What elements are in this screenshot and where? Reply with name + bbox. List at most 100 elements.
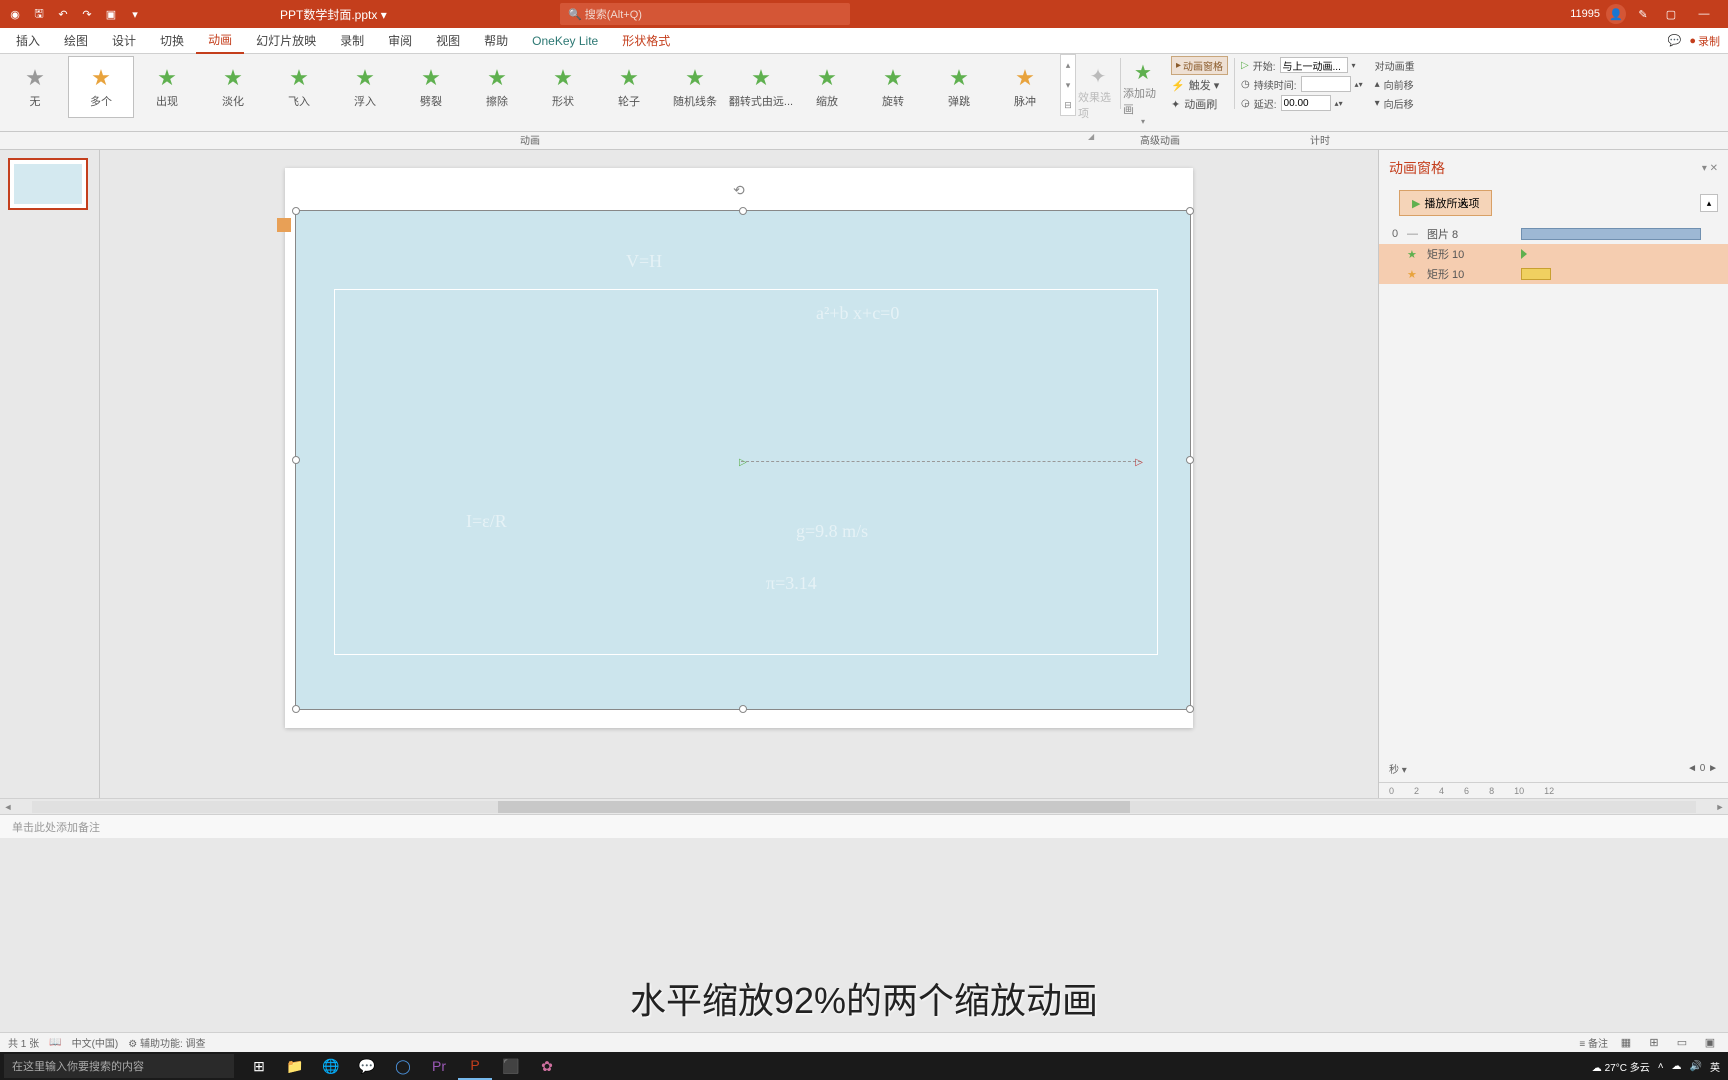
anim-effect-旋转[interactable]: ★旋转	[860, 56, 926, 118]
close-pane-icon[interactable]: ▾ ✕	[1702, 163, 1718, 174]
sorter-view-icon[interactable]: ⊞	[1644, 1035, 1664, 1051]
anim-effect-脉冲[interactable]: ★脉冲	[992, 56, 1058, 118]
user-avatar-icon[interactable]: 👤	[1606, 4, 1626, 24]
wechat-icon[interactable]: 💬	[350, 1052, 384, 1080]
premiere-icon[interactable]: Pr	[422, 1052, 456, 1080]
tab-slideshow[interactable]: 幻灯片放映	[244, 28, 328, 53]
resize-handle-tr[interactable]	[1186, 207, 1194, 215]
tab-shape-format[interactable]: 形状格式	[610, 28, 682, 53]
duration-input[interactable]	[1301, 76, 1351, 92]
scroll-right-icon[interactable]: ►	[1712, 802, 1728, 812]
app-icon-1[interactable]: ⬛	[494, 1052, 528, 1080]
slideshow-view-icon[interactable]: ▣	[1700, 1035, 1720, 1051]
tab-review[interactable]: 审阅	[376, 28, 424, 53]
motion-end-icon[interactable]: ▷	[1135, 457, 1143, 468]
resize-handle-tm[interactable]	[739, 207, 747, 215]
animation-pane-button[interactable]: ▸ 动画窗格	[1171, 56, 1228, 75]
anim-effect-擦除[interactable]: ★擦除	[464, 56, 530, 118]
notes-button[interactable]: ≡ 备注	[1579, 1035, 1608, 1050]
scroll-left-icon[interactable]: ◄	[0, 802, 16, 812]
animation-tag[interactable]	[277, 218, 291, 232]
redo-icon[interactable]: ↷	[76, 3, 98, 25]
resize-handle-ml[interactable]	[292, 456, 300, 464]
move-up-button[interactable]: ▴	[1700, 194, 1718, 212]
resize-handle-br[interactable]	[1186, 705, 1194, 713]
coming-soon-icon[interactable]: ✎	[1632, 3, 1654, 25]
undo-icon[interactable]: ↶	[52, 3, 74, 25]
rotate-handle-icon[interactable]: ⟲	[733, 182, 745, 199]
powerpoint-icon[interactable]: P	[458, 1052, 492, 1080]
resize-handle-tl[interactable]	[292, 207, 300, 215]
tab-record[interactable]: 录制	[328, 28, 376, 53]
anim-effect-浮入[interactable]: ★浮入	[332, 56, 398, 118]
anim-effect-轮子[interactable]: ★轮子	[596, 56, 662, 118]
tray-up-icon[interactable]: ˄	[1658, 1061, 1664, 1072]
resize-handle-mr[interactable]	[1186, 456, 1194, 464]
comments-icon[interactable]: 💬	[1668, 34, 1682, 47]
anim-list-item[interactable]: 0—图片 8	[1379, 224, 1728, 244]
anim-effect-劈裂[interactable]: ★劈裂	[398, 56, 464, 118]
anim-effect-随机线条[interactable]: ★随机线条	[662, 56, 728, 118]
weather-widget[interactable]: ☁ 27°C 多云	[1592, 1059, 1650, 1074]
anim-effect-弹跳[interactable]: ★弹跳	[926, 56, 992, 118]
resize-handle-bm[interactable]	[739, 705, 747, 713]
save-icon[interactable]: 🖫	[28, 3, 50, 25]
resize-handle-bl[interactable]	[292, 705, 300, 713]
anim-effect-淡化[interactable]: ★淡化	[200, 56, 266, 118]
minimize-icon[interactable]: —	[1688, 1, 1720, 27]
task-view-icon[interactable]: ⊞	[242, 1052, 276, 1080]
notes-area[interactable]: 单击此处添加备注	[0, 814, 1728, 838]
tab-animations[interactable]: 动画	[196, 27, 244, 54]
anim-effect-翻转式由远...[interactable]: ★翻转式由远...	[728, 56, 794, 118]
onedrive-icon[interactable]: ☁	[1672, 1061, 1682, 1072]
anim-effect-无[interactable]: ★无	[2, 56, 68, 118]
motion-path[interactable]: ▷ ▷	[741, 461, 1141, 462]
tab-draw[interactable]: 绘图	[52, 28, 100, 53]
autosave-icon[interactable]: ◉	[4, 3, 26, 25]
record-button[interactable]: ● 录制	[1689, 33, 1720, 49]
taskbar-search[interactable]: 在这里输入你要搜索的内容	[4, 1054, 234, 1078]
language-status[interactable]: 中文(中国)	[72, 1035, 119, 1050]
qat-more-icon[interactable]: ▾	[124, 3, 146, 25]
slideshow-icon[interactable]: ▣	[100, 3, 122, 25]
tab-onekey[interactable]: OneKey Lite	[520, 30, 610, 52]
file-name[interactable]: PPT数学封面.pptx ▾	[280, 6, 387, 23]
slide-thumbnail-1[interactable]	[8, 158, 88, 210]
animation-gallery[interactable]: ★无★多个★出现★淡化★飞入★浮入★劈裂★擦除★形状★轮子★随机线条★翻转式由远…	[0, 54, 1060, 131]
motion-start-icon[interactable]: ▷	[739, 457, 747, 468]
anim-effect-多个[interactable]: ★多个	[68, 56, 134, 118]
ime-indicator[interactable]: 英	[1710, 1059, 1720, 1074]
play-selected-button[interactable]: ▶ 播放所选项 ↖	[1399, 190, 1492, 216]
browser-icon[interactable]: ◯	[386, 1052, 420, 1080]
tab-view[interactable]: 视图	[424, 28, 472, 53]
spellcheck-icon[interactable]: 📖	[49, 1037, 61, 1048]
search-input[interactable]: 🔍 搜索(Alt+Q)	[560, 3, 850, 25]
explorer-icon[interactable]: 📁	[278, 1052, 312, 1080]
tab-help[interactable]: 帮助	[472, 28, 520, 53]
delay-input[interactable]	[1281, 95, 1331, 111]
start-dropdown[interactable]	[1280, 57, 1348, 73]
scrollbar-thumb[interactable]	[498, 801, 1130, 813]
volume-icon[interactable]: 🔊	[1690, 1061, 1702, 1072]
tab-transitions[interactable]: 切换	[148, 28, 196, 53]
horizontal-scrollbar[interactable]: ◄ ►	[0, 798, 1728, 814]
tab-design[interactable]: 设计	[100, 28, 148, 53]
anim-effect-出现[interactable]: ★出现	[134, 56, 200, 118]
seconds-label[interactable]: 秒 ▾	[1389, 761, 1407, 776]
accessibility-status[interactable]: ⚙ 辅助功能: 调查	[128, 1035, 205, 1050]
anim-list-item[interactable]: ★矩形 10	[1379, 264, 1728, 284]
slide-editor[interactable]: ⟲ a²+b x+c=0 V=H π=3.14 I=ε/R g=9.8 m/s …	[100, 150, 1378, 798]
tab-insert[interactable]: 插入	[4, 28, 52, 53]
dialog-launcher-icon[interactable]: ◢	[1088, 132, 1094, 141]
anim-list-item[interactable]: ★矩形 10	[1379, 244, 1728, 264]
timeline-zoom[interactable]: ◄ 0 ►	[1687, 763, 1718, 774]
slide-canvas[interactable]: ⟲ a²+b x+c=0 V=H π=3.14 I=ε/R g=9.8 m/s …	[285, 168, 1193, 728]
normal-view-icon[interactable]: ▦	[1616, 1035, 1636, 1051]
move-earlier-button[interactable]: ▴ 向前移	[1375, 75, 1415, 93]
move-later-button[interactable]: ▾ 向后移	[1375, 94, 1415, 112]
trigger-button[interactable]: ⚡ 触发 ▾	[1171, 76, 1228, 94]
ribbon-display-icon[interactable]: ▢	[1660, 3, 1682, 25]
anim-effect-缩放[interactable]: ★缩放	[794, 56, 860, 118]
reading-view-icon[interactable]: ▭	[1672, 1035, 1692, 1051]
chrome-icon[interactable]: 🌐	[314, 1052, 348, 1080]
